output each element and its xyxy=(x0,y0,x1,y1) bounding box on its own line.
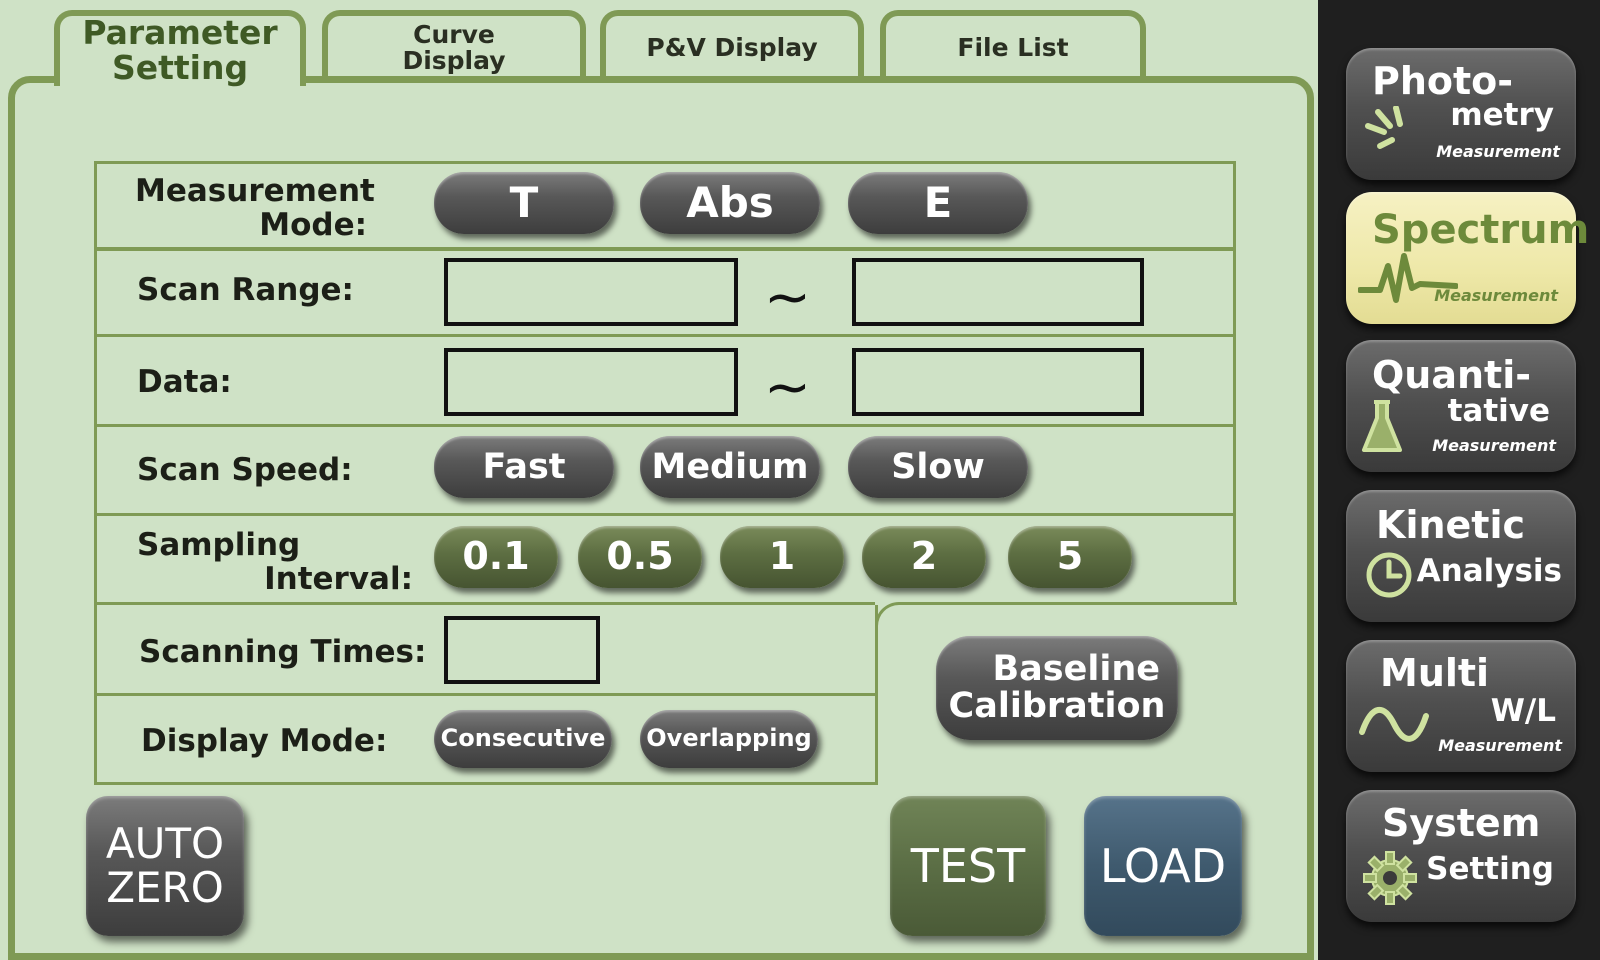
side-label: Measurement xyxy=(1436,142,1560,161)
side-label: Measurement xyxy=(1438,736,1562,755)
scanning-times-label: Scanning Times: xyxy=(139,634,427,670)
scan-speed-label: Scan Speed: xyxy=(137,452,353,488)
side-label: Measurement xyxy=(1432,436,1556,455)
table-step-corner-border xyxy=(875,602,1237,628)
label-line: Sampling xyxy=(137,527,301,563)
label-line: Interval: xyxy=(264,561,413,598)
measurement-sidebar: Photo- metry Measurement Spectrum Measur… xyxy=(1318,0,1600,960)
interval-0.5-button[interactable]: 0.5 xyxy=(578,526,702,588)
multi-wl-measurement-button[interactable]: Multi W/L Measurement xyxy=(1346,640,1576,772)
mode-e-button[interactable]: E xyxy=(848,172,1028,234)
label-line: Measurement xyxy=(135,173,375,209)
side-label: Quanti- xyxy=(1372,353,1532,397)
light-rays-icon xyxy=(1365,106,1403,149)
speed-slow-button[interactable]: Slow xyxy=(848,436,1028,498)
mode-abs-button[interactable]: Abs xyxy=(640,172,820,234)
parameter-table: Measurement Mode: T Abs E Scan Range: ~ … xyxy=(0,0,1318,960)
button-label: Baseline xyxy=(992,649,1160,690)
side-label: Spectrum xyxy=(1372,207,1590,253)
display-consecutive-button[interactable]: Consecutive xyxy=(434,710,612,768)
kinetic-analysis-button[interactable]: Kinetic Analysis xyxy=(1346,490,1576,622)
side-label: Kinetic xyxy=(1376,503,1526,547)
interval-2-button[interactable]: 2 xyxy=(862,526,986,588)
speed-fast-button[interactable]: Fast xyxy=(434,436,614,498)
sine-wave-icon xyxy=(1359,706,1429,742)
label-line: Mode: xyxy=(259,207,367,244)
scanning-times-input[interactable] xyxy=(444,616,600,684)
data-label: Data: xyxy=(137,364,232,400)
button-label: AUTO xyxy=(105,818,225,868)
test-button[interactable]: TEST xyxy=(890,796,1046,936)
button-label: Calibration xyxy=(948,686,1166,726)
display-overlapping-button[interactable]: Overlapping xyxy=(640,710,818,768)
waveform-icon xyxy=(1358,253,1458,303)
side-label: tative xyxy=(1447,393,1550,429)
side-label: Analysis xyxy=(1416,553,1562,589)
side-label: metry xyxy=(1450,97,1554,133)
mode-t-button[interactable]: T xyxy=(434,172,614,234)
spectrum-measurement-button[interactable]: Spectrum Measurement xyxy=(1346,192,1589,324)
speed-medium-button[interactable]: Medium xyxy=(640,436,820,498)
gear-icon xyxy=(1363,851,1417,905)
data-separator: ~ xyxy=(764,355,811,420)
scan-range-label: Scan Range: xyxy=(137,272,354,308)
load-button[interactable]: LOAD xyxy=(1084,796,1242,936)
range-separator: ~ xyxy=(764,265,811,330)
quantitative-measurement-button[interactable]: Quanti- tative Measurement xyxy=(1346,340,1576,472)
button-label: ZERO xyxy=(106,863,224,912)
scan-range-from-input[interactable] xyxy=(444,258,738,326)
scan-range-to-input[interactable] xyxy=(852,258,1144,326)
side-label: Photo- xyxy=(1372,59,1514,103)
interval-0.1-button[interactable]: 0.1 xyxy=(434,526,558,588)
photometry-measurement-button[interactable]: Photo- metry Measurement xyxy=(1346,48,1576,180)
flask-icon xyxy=(1362,400,1402,452)
side-label: System xyxy=(1382,801,1541,845)
system-setting-button[interactable]: System Setting xyxy=(1346,790,1576,922)
display-mode-label: Display Mode: xyxy=(141,723,388,759)
sampling-interval-label: Sampling Interval: xyxy=(137,528,413,596)
side-label: Setting xyxy=(1426,851,1554,887)
interval-1-button[interactable]: 1 xyxy=(720,526,844,588)
side-label: W/L xyxy=(1490,693,1556,729)
interval-5-button[interactable]: 5 xyxy=(1008,526,1132,588)
clock-icon xyxy=(1366,552,1412,598)
auto-zero-button[interactable]: AUTO ZERO xyxy=(86,796,244,936)
side-label: Multi xyxy=(1380,651,1490,695)
measurement-mode-label: Measurement Mode: xyxy=(135,173,375,244)
baseline-calibration-button[interactable]: Baseline Calibration xyxy=(936,636,1178,740)
data-from-input[interactable] xyxy=(444,348,738,416)
data-to-input[interactable] xyxy=(852,348,1144,416)
